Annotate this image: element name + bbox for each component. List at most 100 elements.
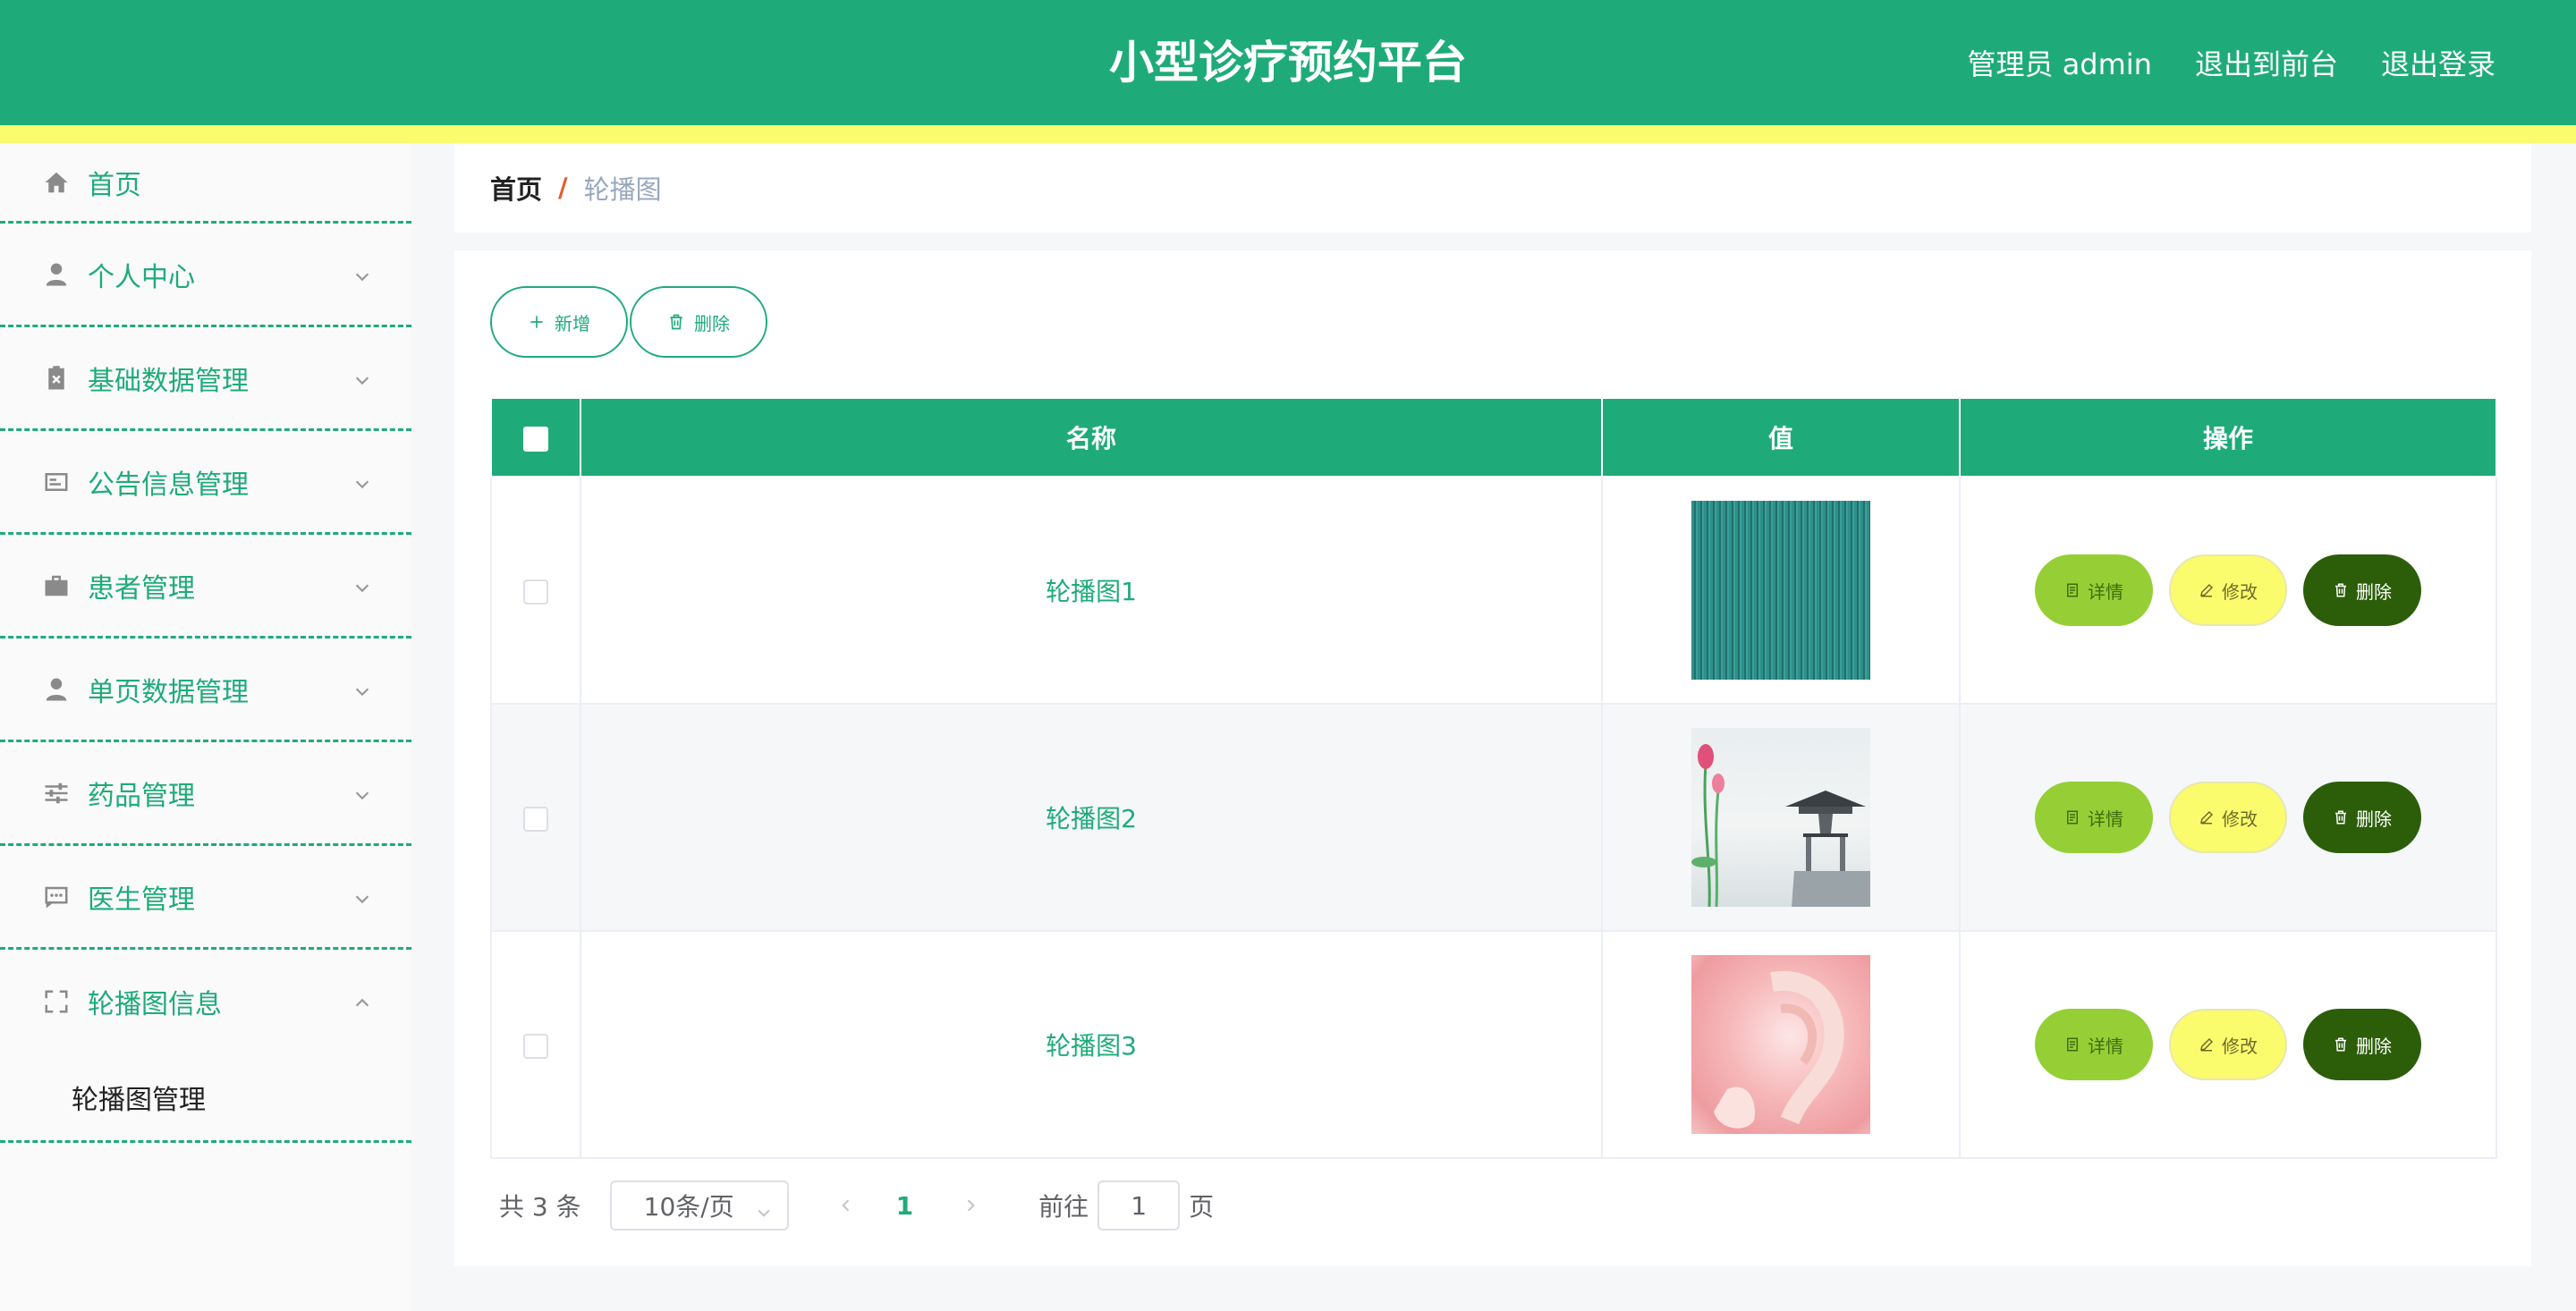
document-icon — [2067, 810, 2078, 825]
logout-link[interactable]: 退出登录 — [2381, 42, 2496, 83]
sidebar-item-label: 基础数据管理 — [88, 365, 249, 397]
sidebar-item-doctors[interactable]: 医生管理 — [0, 846, 411, 950]
detail-button[interactable]: 详情 — [2035, 782, 2153, 853]
row-checkbox-cell — [490, 476, 581, 705]
edit-button-label: 修改 — [2222, 580, 2258, 603]
chevron-down-icon — [352, 781, 372, 800]
breadcrumb-home[interactable]: 首页 — [490, 169, 542, 207]
sidebar-item-label: 药品管理 — [88, 780, 195, 812]
sidebar-subitem-carousel-management[interactable]: 轮播图管理 — [0, 1053, 411, 1143]
pagination: 共 3 条 10条/页 1 前往 页 — [499, 1180, 1214, 1231]
row-image-cell — [1601, 930, 1961, 1159]
edit-button-label: 修改 — [2222, 1035, 2258, 1057]
table-row: 轮播图3 详情 修改 删除 — [490, 930, 2497, 1159]
detail-button[interactable]: 详情 — [2035, 554, 2153, 626]
sliders-icon — [43, 780, 70, 807]
detail-button[interactable]: 详情 — [2035, 1009, 2153, 1080]
row-image-cell — [1601, 703, 1961, 932]
row-checkbox[interactable] — [523, 806, 548, 832]
batch-delete-button-label: 删除 — [694, 312, 730, 334]
carousel-image-thumbnail[interactable] — [1691, 728, 1870, 907]
detail-button-label: 详情 — [2088, 1035, 2123, 1057]
exit-to-front-link[interactable]: 退出到前台 — [2195, 42, 2338, 83]
admin-user-label[interactable]: 管理员 admin — [1968, 42, 2152, 83]
edit-button[interactable]: 修改 — [2169, 1009, 2287, 1080]
detail-button-label: 详情 — [2088, 808, 2123, 830]
chevron-down-icon — [352, 469, 372, 489]
row-actions-cell: 详情 修改 删除 — [1959, 930, 2497, 1159]
add-button[interactable]: 新增 — [490, 286, 628, 358]
sidebar-item-carousel-info[interactable]: 轮播图信息 — [0, 950, 411, 1053]
sidebar-item-label: 医生管理 — [88, 884, 195, 916]
sidebar-item-label: 首页 — [88, 169, 141, 201]
chevron-down-icon — [352, 884, 372, 904]
edit-button[interactable]: 修改 — [2169, 782, 2287, 853]
sidebar-item-patients[interactable]: 患者管理 — [0, 535, 411, 639]
user-icon — [43, 261, 70, 288]
goto-label: 前往 — [1038, 1192, 1089, 1222]
next-page-button[interactable] — [953, 1180, 988, 1231]
select-all-cell — [490, 397, 581, 478]
table-row: 轮播图2 详情 修改 删除 — [490, 703, 2497, 932]
delete-button[interactable]: 删除 — [2303, 1009, 2421, 1080]
row-name: 轮播图3 — [580, 930, 1603, 1159]
select-all-checkbox[interactable] — [523, 426, 548, 452]
page-size-value: 10条/页 — [643, 1192, 734, 1222]
sidebar-item-announcements[interactable]: 公告信息管理 — [0, 431, 411, 535]
content-card: 新增 删除 名称 值 操作 轮播图1 详情 修改 删除 轮播图2 详情 修改 删… — [454, 250, 2531, 1266]
prev-page-button[interactable] — [828, 1180, 864, 1231]
document-icon — [2067, 583, 2078, 597]
goto-page-input[interactable] — [1097, 1180, 1181, 1231]
sidebar-item-label: 轮播图信息 — [88, 989, 222, 1020]
chevron-left-icon — [841, 1199, 849, 1212]
batch-delete-button[interactable]: 删除 — [630, 286, 767, 358]
sidebar-item-home[interactable]: 首页 — [0, 143, 411, 224]
sidebar-item-label: 单页数据管理 — [88, 676, 249, 708]
chevron-down-icon — [352, 262, 372, 282]
carousel-image-thumbnail[interactable] — [1691, 955, 1870, 1134]
chat-icon — [43, 884, 70, 910]
carousel-image-thumbnail[interactable] — [1691, 501, 1870, 680]
page-size-select[interactable]: 10条/页 — [609, 1180, 789, 1231]
chevron-down-icon — [352, 677, 372, 697]
chevron-right-icon — [967, 1199, 975, 1212]
table-row: 轮播图1 详情 修改 删除 — [490, 476, 2497, 705]
header-nav: 管理员 admin 退出到前台 退出登录 — [1968, 0, 2496, 125]
pavilion-lotus-illustration — [1691, 744, 1870, 907]
sidebar-item-single-page-data[interactable]: 单页数据管理 — [0, 639, 411, 742]
edit-button-label: 修改 — [2222, 808, 2258, 830]
row-name: 轮播图2 — [580, 703, 1603, 932]
header-accent-strip — [0, 125, 2576, 143]
trash-icon — [2335, 1037, 2346, 1052]
pencil-icon — [2200, 583, 2214, 597]
sidebar: 首页 个人中心 基础数据管理 公告信息管理 患者管理 单页数据管理 药品管理 医… — [0, 143, 411, 1311]
column-header-name: 名称 — [580, 397, 1603, 478]
carousel-table: 名称 值 操作 轮播图1 详情 修改 删除 轮播图2 详情 修改 删除 轮播图3… — [490, 397, 2497, 1159]
trash-icon — [670, 314, 682, 330]
pencil-icon — [2200, 810, 2214, 825]
plus-icon — [530, 316, 543, 328]
top-header: 小型诊疗预约平台 管理员 admin 退出到前台 退出登录 — [0, 0, 2576, 125]
row-checkbox[interactable] — [523, 1033, 548, 1059]
sidebar-item-drugs[interactable]: 药品管理 — [0, 742, 411, 846]
row-checkbox[interactable] — [523, 579, 548, 605]
chevron-up-icon — [352, 989, 372, 1009]
delete-button-label: 删除 — [2356, 1035, 2392, 1057]
edit-button[interactable]: 修改 — [2169, 554, 2287, 626]
sidebar-item-basic-data[interactable]: 基础数据管理 — [0, 327, 411, 431]
table-header-row: 名称 值 操作 — [490, 397, 2497, 478]
sidebar-item-label: 公告信息管理 — [88, 469, 249, 501]
sidebar-item-label: 个人中心 — [88, 261, 195, 293]
document-icon — [2067, 1037, 2078, 1052]
user-icon — [43, 676, 70, 703]
page-number-current[interactable]: 1 — [896, 1191, 913, 1221]
chevron-down-icon — [352, 366, 372, 385]
pagination-total: 共 3 条 — [499, 1192, 581, 1222]
row-name: 轮播图1 — [580, 476, 1603, 705]
delete-button[interactable]: 删除 — [2303, 782, 2421, 853]
sidebar-item-label: 患者管理 — [88, 572, 195, 605]
delete-button[interactable]: 删除 — [2303, 554, 2421, 626]
detail-button-label: 详情 — [2088, 580, 2123, 603]
trash-icon — [2335, 810, 2346, 825]
sidebar-item-personal-center[interactable]: 个人中心 — [0, 224, 411, 327]
